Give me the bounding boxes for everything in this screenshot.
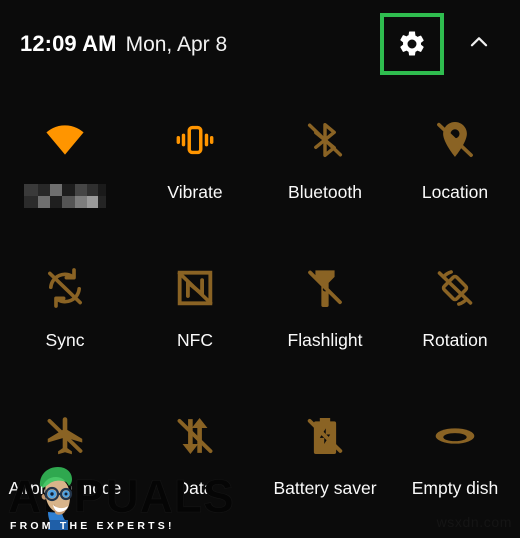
flashlight-off-icon <box>299 262 351 314</box>
sync-off-icon <box>39 262 91 314</box>
tile-wifi[interactable] <box>0 96 130 244</box>
tile-label: Airplane mode <box>8 478 122 498</box>
settings-button[interactable] <box>380 13 444 75</box>
tile-label: Data <box>176 478 214 498</box>
tile-label: Rotation <box>422 330 488 350</box>
tile-label: Bluetooth <box>288 182 362 202</box>
wifi-label-redacted <box>24 184 106 208</box>
tile-airplane-mode[interactable]: Airplane mode <box>0 392 130 538</box>
battery-saver-off-icon <box>299 410 351 462</box>
tile-label: Sync <box>45 330 85 350</box>
quick-settings-panel: 12:09 AM Mon, Apr 8 Vibrate Bluetooth Lo… <box>0 0 520 538</box>
empty-dish-icon <box>429 410 481 462</box>
vibrate-icon <box>169 114 221 166</box>
clock-block: 12:09 AM Mon, Apr 8 <box>20 31 227 57</box>
status-header: 12:09 AM Mon, Apr 8 <box>0 0 520 88</box>
tile-bluetooth[interactable]: Bluetooth <box>260 96 390 244</box>
bluetooth-off-icon <box>299 114 351 166</box>
tile-label: Location <box>421 182 489 202</box>
tile-label: Vibrate <box>167 182 223 202</box>
tile-rotation[interactable]: Rotation <box>390 244 520 392</box>
wifi-icon <box>39 114 91 166</box>
tile-label: Flashlight <box>287 330 363 350</box>
mobile-data-off-icon <box>169 410 221 462</box>
tile-empty-dish[interactable]: Empty dish <box>390 392 520 538</box>
quick-settings-tiles: Vibrate Bluetooth Location Sync NFC Flas… <box>0 96 520 538</box>
collapse-button[interactable] <box>464 29 494 59</box>
clock-date: Mon, Apr 8 <box>125 33 228 56</box>
chevron-up-icon <box>466 29 492 60</box>
tile-vibrate[interactable]: Vibrate <box>130 96 260 244</box>
clock-time: 12:09 AM <box>20 31 117 56</box>
tile-sync[interactable]: Sync <box>0 244 130 392</box>
nfc-off-icon <box>169 262 221 314</box>
rotation-off-icon <box>429 262 481 314</box>
gear-icon <box>397 29 427 59</box>
location-off-icon <box>429 114 481 166</box>
tile-flashlight[interactable]: Flashlight <box>260 244 390 392</box>
tile-location[interactable]: Location <box>390 96 520 244</box>
airplane-off-icon <box>39 410 91 462</box>
tile-label: Empty dish <box>411 478 499 498</box>
tile-label: Battery saver <box>273 478 377 498</box>
tile-battery-saver[interactable]: Battery saver <box>260 392 390 538</box>
tile-nfc[interactable]: NFC <box>130 244 260 392</box>
tile-label: NFC <box>177 330 213 350</box>
tile-data[interactable]: Data <box>130 392 260 538</box>
